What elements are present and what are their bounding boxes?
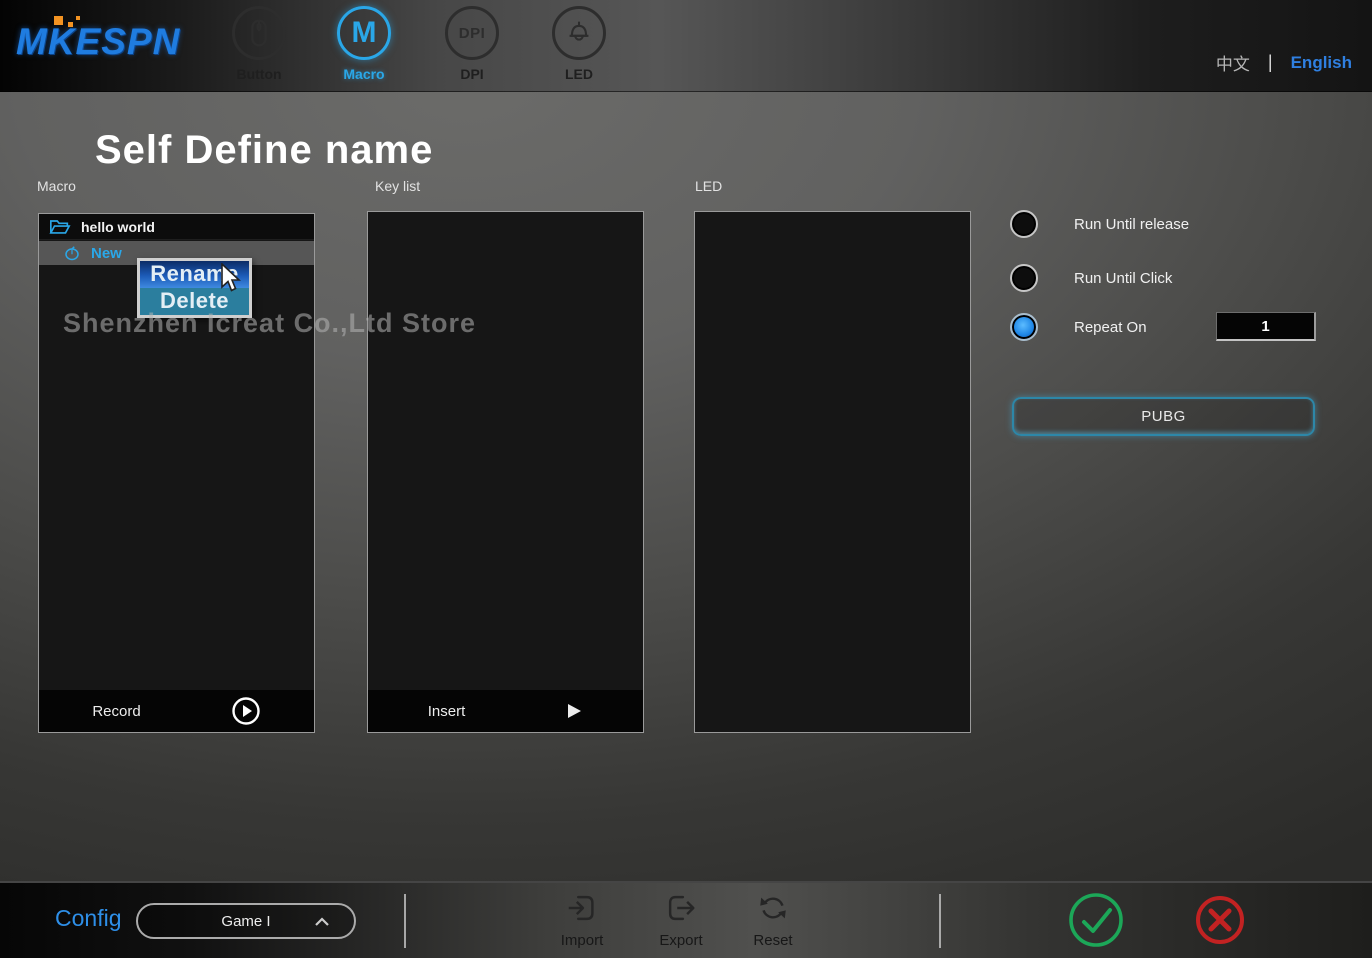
radio-label-click: Run Until Click bbox=[1074, 270, 1172, 287]
mouse-small-icon bbox=[63, 246, 81, 261]
mouse-icon bbox=[242, 15, 276, 51]
pubg-button[interactable]: PUBG bbox=[1012, 397, 1315, 436]
repeat-count-input[interactable] bbox=[1216, 312, 1316, 341]
import-button[interactable]: Import bbox=[542, 891, 622, 949]
language-switcher: 中文 | English bbox=[1216, 50, 1352, 75]
nav-item-dpi[interactable]: DPI DPI bbox=[427, 6, 517, 82]
chevron-up-icon bbox=[314, 917, 330, 927]
check-circle-icon bbox=[1067, 891, 1125, 949]
macro-item-label: New bbox=[91, 245, 122, 262]
insert-label: Insert bbox=[428, 703, 466, 720]
reset-icon bbox=[756, 891, 790, 925]
led-lamp-icon bbox=[562, 16, 596, 50]
dpi-icon: DPI bbox=[459, 25, 486, 42]
radio-circle-selected[interactable] bbox=[1010, 313, 1038, 341]
mouse-pointer-icon bbox=[220, 263, 246, 295]
reset-button[interactable]: Reset bbox=[733, 891, 813, 949]
macro-folder-row[interactable]: hello world bbox=[39, 214, 314, 240]
page-heading: Self Define name bbox=[95, 128, 433, 173]
play-triangle-icon bbox=[565, 702, 583, 720]
export-label: Export bbox=[641, 932, 721, 949]
export-button[interactable]: Export bbox=[641, 891, 721, 949]
lang-english[interactable]: English bbox=[1291, 53, 1352, 73]
footer-divider bbox=[404, 894, 406, 948]
logo-dot bbox=[68, 22, 73, 27]
nav-label-dpi: DPI bbox=[427, 66, 517, 82]
export-icon bbox=[664, 891, 698, 925]
footer-divider bbox=[939, 894, 941, 948]
record-button[interactable]: Record bbox=[39, 690, 314, 732]
radio-run-until-release[interactable]: Run Until release bbox=[1010, 210, 1189, 238]
x-circle-icon bbox=[1194, 894, 1246, 946]
radio-circle[interactable] bbox=[1010, 210, 1038, 238]
nav-item-macro[interactable]: M Macro bbox=[319, 6, 409, 82]
macro-icon: M bbox=[352, 16, 377, 50]
macro-folder-name: hello world bbox=[81, 219, 155, 235]
lang-divider: | bbox=[1268, 52, 1273, 73]
topbar: MKESPN Button M Macro DPI DPI bbox=[0, 0, 1372, 92]
nav-item-button[interactable]: Button bbox=[214, 6, 304, 82]
logo-dot bbox=[76, 16, 80, 20]
nav-item-led[interactable]: LED bbox=[534, 6, 624, 82]
radio-repeat-on[interactable]: Repeat On bbox=[1010, 313, 1147, 341]
nav-label-led: LED bbox=[534, 66, 624, 82]
brand-logo: MKESPN bbox=[16, 16, 206, 68]
confirm-button[interactable] bbox=[1067, 891, 1125, 952]
import-icon bbox=[565, 891, 599, 925]
app-window: MKESPN Button M Macro DPI DPI bbox=[0, 0, 1372, 958]
cancel-button[interactable] bbox=[1194, 894, 1246, 949]
key-list-panel: Insert bbox=[367, 211, 644, 733]
led-preview-panel bbox=[694, 211, 971, 733]
radio-label-repeat: Repeat On bbox=[1074, 319, 1147, 336]
nav-label-button: Button bbox=[214, 66, 304, 82]
macro-panel-label: Macro bbox=[37, 178, 76, 194]
footer-bar: Config Game I Import Export bbox=[0, 881, 1372, 958]
brand-logo-text: MKESPN bbox=[16, 16, 206, 68]
import-label: Import bbox=[542, 932, 622, 949]
folder-open-icon bbox=[49, 218, 71, 235]
keylist-panel-label: Key list bbox=[375, 178, 420, 194]
profile-label: Game I bbox=[221, 913, 270, 930]
led-panel-label: LED bbox=[695, 178, 722, 194]
insert-button[interactable]: Insert bbox=[368, 690, 643, 732]
play-circle-icon bbox=[231, 696, 261, 726]
record-label: Record bbox=[92, 703, 140, 720]
config-label: Config bbox=[55, 905, 121, 932]
radio-label-release: Run Until release bbox=[1074, 216, 1189, 233]
logo-dot bbox=[54, 16, 63, 25]
radio-circle[interactable] bbox=[1010, 264, 1038, 292]
profile-select[interactable]: Game I bbox=[136, 903, 356, 939]
reset-label: Reset bbox=[733, 932, 813, 949]
radio-run-until-click[interactable]: Run Until Click bbox=[1010, 264, 1172, 292]
lang-chinese[interactable]: 中文 bbox=[1216, 50, 1250, 75]
nav-label-macro: Macro bbox=[319, 66, 409, 82]
